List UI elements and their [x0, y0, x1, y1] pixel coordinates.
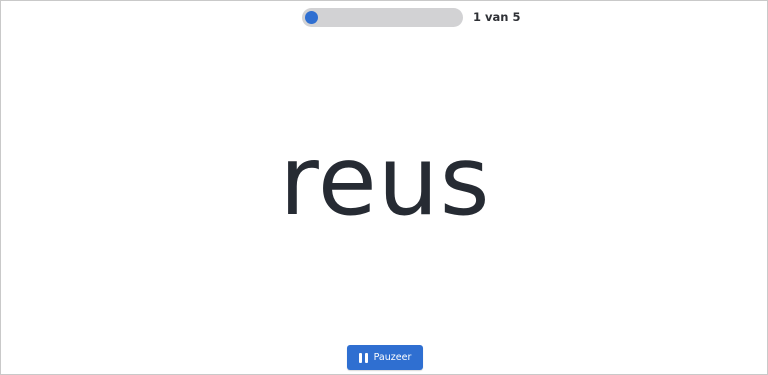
progress-indicator: 1 van 5: [302, 7, 520, 27]
pause-button-label: Pauzeer: [373, 352, 412, 363]
flashcard-word: reus: [279, 125, 491, 237]
progress-track: [302, 7, 463, 27]
progress-fill: [305, 10, 318, 24]
pause-icon: [358, 352, 368, 363]
pause-button[interactable]: Pauzeer: [347, 345, 423, 370]
progress-label: 1 van 5: [473, 10, 521, 24]
app-frame: 1 van 5 reus Pauzeer: [0, 0, 768, 375]
